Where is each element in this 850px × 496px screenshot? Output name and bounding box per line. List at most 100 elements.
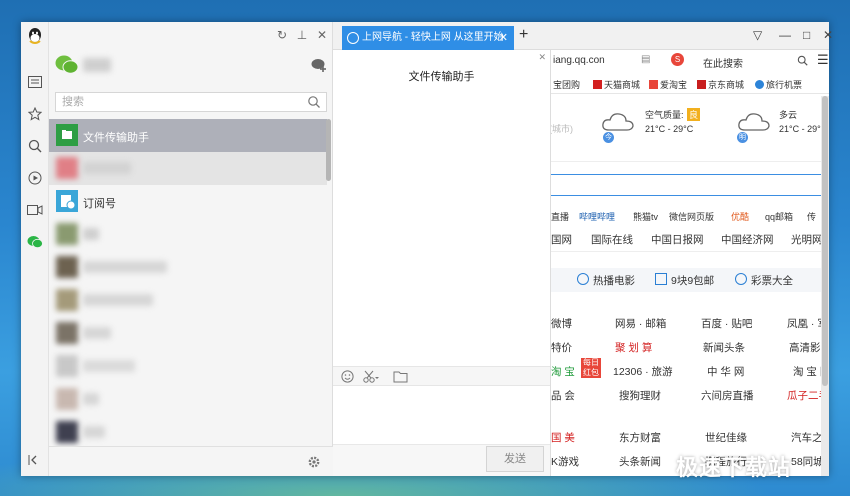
file-transfer-avatar <box>56 124 78 146</box>
site-link[interactable]: K游戏 <box>551 454 579 469</box>
site-link[interactable]: 网易 · 邮箱 <box>615 316 666 331</box>
quick-link[interactable]: 熊猫tv <box>633 210 658 223</box>
feature-link[interactable]: 彩票大全 <box>751 273 793 288</box>
settings-gear-icon[interactable] <box>307 455 321 469</box>
site-link[interactable]: 国 美 <box>551 430 575 445</box>
news-site-link[interactable]: 光明网 <box>791 232 823 247</box>
mail-icon <box>655 273 667 285</box>
feature-link[interactable]: 9块9包邮 <box>671 273 714 288</box>
screenshot-scissors-icon[interactable] <box>363 370 379 383</box>
site-link[interactable]: 六间房直播 <box>701 388 754 403</box>
favorite-label: 京东商城 <box>708 80 745 90</box>
chat-item[interactable] <box>49 251 327 284</box>
browser-scrollbar[interactable] <box>821 96 829 476</box>
site-link[interactable]: 12306 · 旅游 <box>613 364 673 379</box>
site-link[interactable]: 中 华 网 <box>707 364 744 379</box>
close-icon[interactable]: ✕ <box>315 28 329 42</box>
chat-item[interactable] <box>49 416 327 447</box>
site-link[interactable]: 微博 <box>551 316 572 331</box>
maximize-icon[interactable]: □ <box>803 28 810 42</box>
site-link[interactable]: 头条新闻 <box>619 454 661 469</box>
chat-item-label <box>83 393 99 405</box>
browser-scroll-thumb[interactable] <box>822 96 828 386</box>
pin-icon[interactable]: ⊥ <box>295 28 309 42</box>
chat-item-subscriptions[interactable]: 订阅号 <box>49 185 327 218</box>
today-temperature: 21°C - 29°C <box>645 124 694 134</box>
search-input[interactable]: 搜索 <box>55 92 327 112</box>
qq-logo-icon[interactable] <box>25 26 45 46</box>
tab-navigation[interactable]: 上网导航 - 轻快上网 从这里开始 ✕ <box>342 26 514 50</box>
chat-list-scrollbar[interactable] <box>326 119 331 181</box>
site-link[interactable]: 特价 <box>551 340 572 355</box>
chat-item[interactable] <box>49 152 327 185</box>
news-site-link[interactable]: 中国经济网 <box>721 232 774 247</box>
site-link[interactable]: 品 会 <box>551 388 575 403</box>
site-link[interactable]: 58同城 <box>791 454 824 469</box>
chat-item[interactable] <box>49 218 327 251</box>
quick-link[interactable]: 直播 <box>551 210 569 223</box>
favorite-link[interactable]: 天猫商城 <box>593 78 640 91</box>
page-search-box[interactable] <box>551 174 825 196</box>
chat-item[interactable] <box>49 284 327 317</box>
emoji-icon[interactable] <box>341 370 354 383</box>
quick-link[interactable]: 传 <box>807 210 816 223</box>
new-tab-icon[interactable]: + <box>519 26 528 44</box>
tab-close-icon[interactable]: ✕ <box>499 26 508 50</box>
conversation-close-icon[interactable]: ✕ <box>538 52 546 63</box>
video-icon[interactable] <box>25 200 45 220</box>
quick-link[interactable]: 哔哩哔哩 <box>579 210 615 223</box>
chat-item[interactable] <box>49 383 327 416</box>
new-chat-icon[interactable] <box>311 58 327 72</box>
favorite-link[interactable]: 宝团购 <box>553 78 580 91</box>
site-link[interactable]: 淘 宝 <box>551 364 575 379</box>
reader-mode-icon[interactable]: ▤ <box>641 54 650 65</box>
my-profile[interactable] <box>49 52 333 82</box>
address-input[interactable]: iang.qq.con <box>553 55 605 66</box>
site-link[interactable]: 新闻头条 <box>703 340 745 355</box>
site-link[interactable]: 搜狗理财 <box>619 388 661 403</box>
favorite-link[interactable]: 爱淘宝 <box>649 78 687 91</box>
search-icon[interactable] <box>25 136 45 156</box>
site-link[interactable]: 高清影 <box>789 340 821 355</box>
chat-item-file-transfer[interactable]: 文件传输助手 <box>49 119 327 152</box>
contacts-icon[interactable] <box>25 72 45 92</box>
favorite-label: 天猫商城 <box>604 80 641 90</box>
red-packet-badge[interactable]: 每日红包 <box>581 358 601 378</box>
news-site-link[interactable]: 国网 <box>551 232 572 247</box>
star-icon[interactable] <box>25 104 45 124</box>
search-icon[interactable] <box>307 95 321 109</box>
chat-item-label <box>83 360 135 372</box>
minimize-icon[interactable]: — <box>779 28 791 42</box>
search-icon[interactable] <box>797 55 808 66</box>
news-site-link[interactable]: 中国日报网 <box>651 232 704 247</box>
quick-link[interactable]: 微信网页版 <box>669 210 714 223</box>
news-site-link[interactable]: 国际在线 <box>591 232 633 247</box>
wechat-icon[interactable] <box>25 232 45 252</box>
site-link[interactable]: 聚 划 算 <box>615 340 652 355</box>
qq-browser-window: ↻ ⊥ ✕ 搜索 文件传输助手 订阅号 上网导航 - 轻快上网 从这里开始 ✕ … <box>21 22 833 476</box>
quick-link[interactable]: 优酷 <box>731 210 749 223</box>
site-link[interactable]: 世纪佳缘 <box>705 430 747 445</box>
site-link[interactable]: 百度 · 贴吧 <box>701 316 752 331</box>
sogou-search-icon[interactable]: S <box>671 53 684 66</box>
play-icon[interactable] <box>25 168 45 188</box>
folder-icon[interactable] <box>393 370 408 383</box>
collapse-icon[interactable] <box>25 450 45 470</box>
menu-icon[interactable]: ☰ <box>817 52 829 68</box>
tab-title: 上网导航 - 轻快上网 从这里开始 <box>362 32 504 43</box>
feature-row: 热播电影 9块9包邮 彩票大全 <box>551 268 825 292</box>
feature-link[interactable]: 热播电影 <box>593 273 635 288</box>
chat-item[interactable] <box>49 317 327 350</box>
chat-item[interactable] <box>49 350 327 383</box>
favorite-link[interactable]: 旅行机票 <box>755 78 802 91</box>
skin-icon[interactable]: ▽ <box>753 28 762 42</box>
site-link[interactable]: 东方财富 <box>619 430 661 445</box>
refresh-icon[interactable]: ↻ <box>275 28 289 42</box>
window-close-icon[interactable]: ✕ <box>823 28 833 42</box>
search-engine-input[interactable]: 在此搜索 <box>703 55 743 70</box>
wechat-logo-icon <box>55 55 79 74</box>
send-button[interactable]: 发送 <box>486 446 544 472</box>
avatar <box>56 289 78 311</box>
favorite-link[interactable]: 京东商城 <box>697 78 744 91</box>
quick-link[interactable]: qq邮箱 <box>765 210 793 223</box>
